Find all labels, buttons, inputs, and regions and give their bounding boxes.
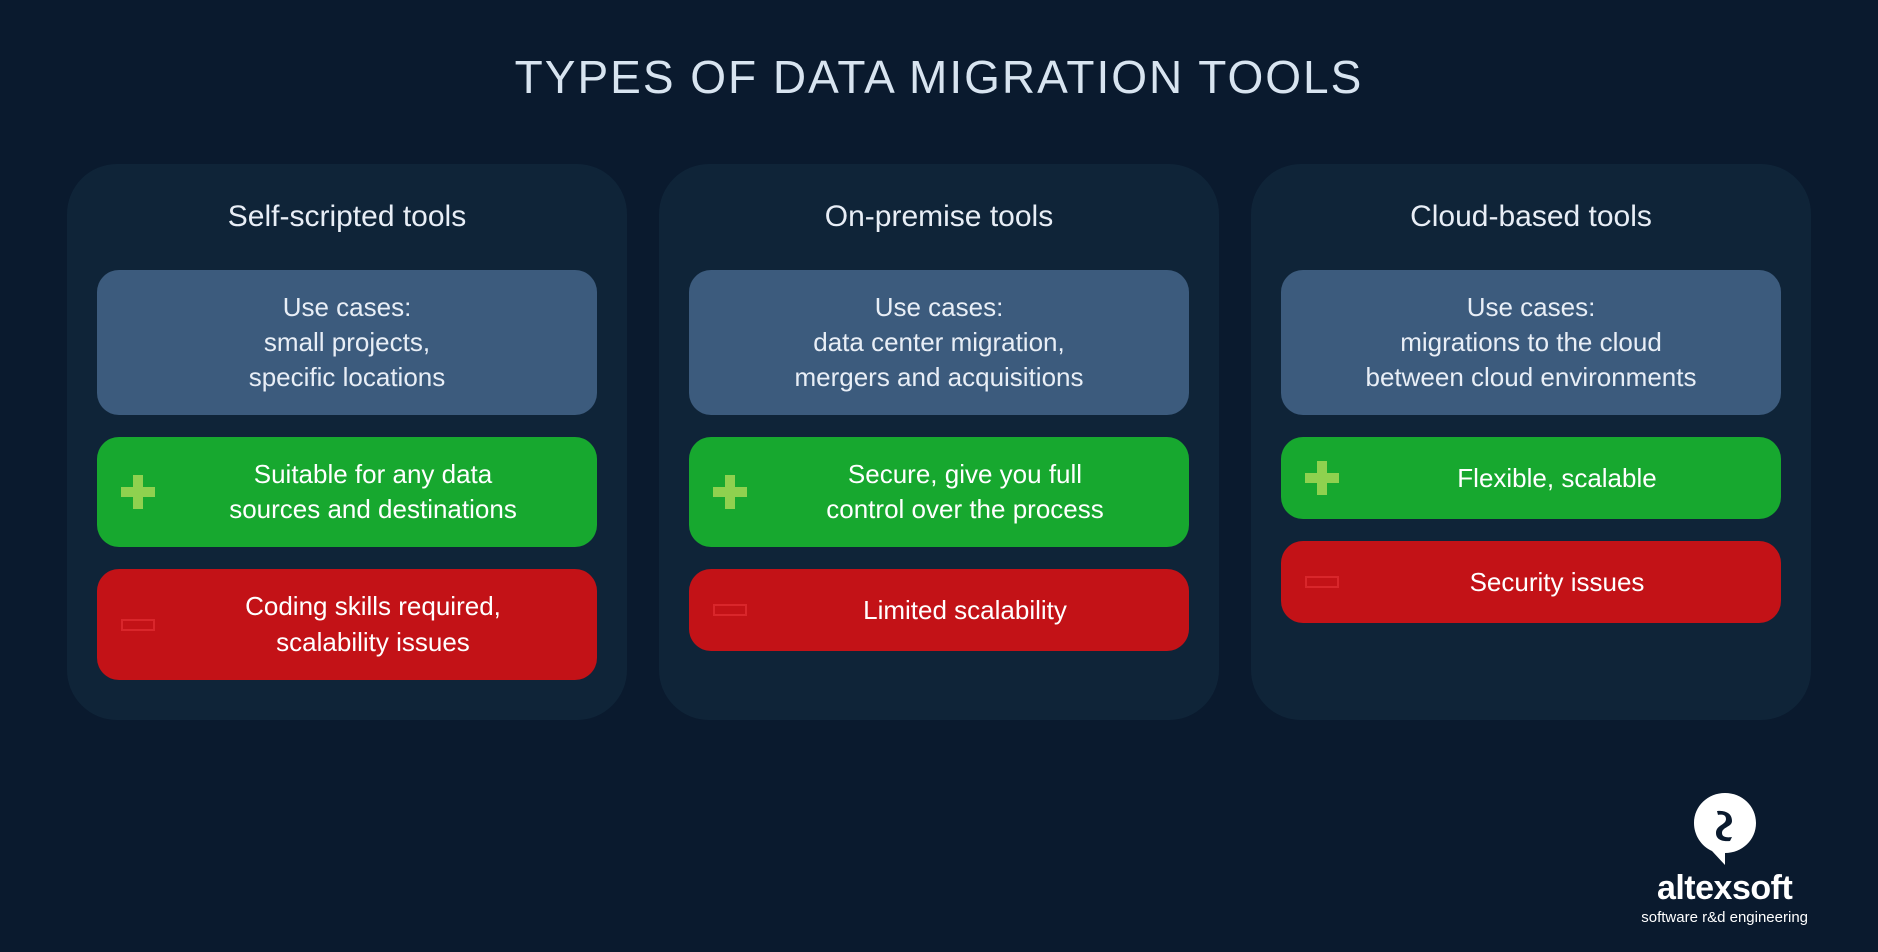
plus-icon <box>1301 457 1343 499</box>
usecase-text: small projects, specific locations <box>249 325 446 395</box>
page-title: TYPES OF DATA MIGRATION TOOLS <box>515 50 1364 104</box>
pro-pill: Flexible, scalable <box>1281 437 1781 519</box>
card-cloud-based: Cloud-based tools Use cases: migrations … <box>1251 164 1811 720</box>
minus-icon <box>1301 561 1343 603</box>
pro-text: Suitable for any data sources and destin… <box>169 457 577 527</box>
con-pill: Security issues <box>1281 541 1781 623</box>
card-title: On-premise tools <box>825 200 1053 234</box>
con-text: Limited scalability <box>761 593 1169 628</box>
brand-name: altexsoft <box>1657 871 1792 905</box>
card-title: Cloud-based tools <box>1410 200 1652 234</box>
pro-text: Secure, give you full control over the p… <box>761 457 1169 527</box>
card-self-scripted: Self-scripted tools Use cases: small pro… <box>67 164 627 720</box>
con-pill: Coding skills required, scalability issu… <box>97 569 597 679</box>
pro-pill: Secure, give you full control over the p… <box>689 437 1189 547</box>
minus-icon <box>709 589 751 631</box>
card-title: Self-scripted tools <box>228 200 466 234</box>
brand-logo: altexsoft software r&d engineering <box>1641 793 1808 926</box>
usecase-pill: Use cases: data center migration, merger… <box>689 270 1189 415</box>
card-on-premise: On-premise tools Use cases: data center … <box>659 164 1219 720</box>
brand-tagline: software r&d engineering <box>1641 909 1808 926</box>
usecase-pill: Use cases: migrations to the cloud betwe… <box>1281 270 1781 415</box>
plus-icon <box>709 471 751 513</box>
usecase-text: data center migration, mergers and acqui… <box>794 325 1083 395</box>
cards-row: Self-scripted tools Use cases: small pro… <box>60 164 1818 720</box>
con-text: Security issues <box>1353 565 1761 600</box>
usecase-label: Use cases: <box>1467 290 1596 325</box>
usecase-label: Use cases: <box>283 290 412 325</box>
pro-pill: Suitable for any data sources and destin… <box>97 437 597 547</box>
plus-icon <box>117 471 159 513</box>
con-pill: Limited scalability <box>689 569 1189 651</box>
usecase-label: Use cases: <box>875 290 1004 325</box>
logo-mark-icon <box>1694 793 1756 865</box>
minus-icon <box>117 604 159 646</box>
con-text: Coding skills required, scalability issu… <box>169 589 577 659</box>
pro-text: Flexible, scalable <box>1353 461 1761 496</box>
usecase-pill: Use cases: small projects, specific loca… <box>97 270 597 415</box>
usecase-text: migrations to the cloud between cloud en… <box>1366 325 1697 395</box>
